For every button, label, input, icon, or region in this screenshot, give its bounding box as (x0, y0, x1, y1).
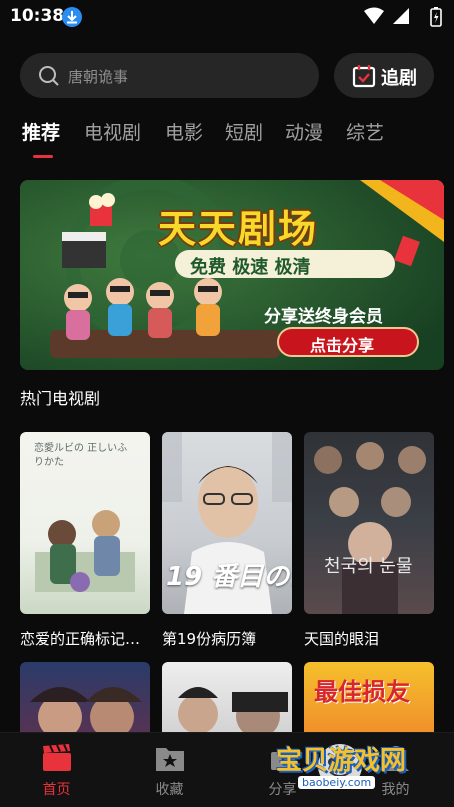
search-bar[interactable]: 唐朝诡事 (20, 53, 319, 98)
tab-movie[interactable]: 电影 (165, 118, 203, 145)
banner-subtitle: 免费 极速 极清 (190, 257, 311, 278)
star-folder-icon (155, 744, 185, 776)
search-icon (38, 65, 60, 91)
battery-icon (430, 7, 442, 31)
section-title-hot-tv: 热门电视剧 (20, 389, 101, 408)
clapper-icon (42, 744, 72, 776)
card-title: 恋爱的正确标记… (20, 630, 141, 648)
drama-card[interactable] (162, 662, 292, 742)
tab-short[interactable]: 短剧 (225, 118, 263, 145)
banner-title: 天天剧场 (158, 207, 319, 251)
promo-banner[interactable]: 天天剧场 免费 极速 极清 分享送终身会员 点击分享 (20, 180, 444, 370)
nav-home[interactable]: 首页 (0, 733, 113, 807)
search-placeholder: 唐朝诡事 (68, 68, 129, 86)
banner-cta: 点击分享 (310, 336, 375, 355)
card-title: 第19份病历簿 (162, 630, 257, 648)
poster-caption: 19 番目のカルテ (166, 562, 292, 592)
drama-card[interactable]: 恋愛ルビの 正しいふりかた 恋爱的正确标记… (20, 432, 150, 648)
poster-image: 19 番目のカルテ (162, 432, 292, 614)
watermark-url: baobeiy.com (298, 776, 376, 789)
drama-card[interactable]: 最佳损友 (304, 662, 434, 742)
poster-caption: 最佳损友 (314, 678, 410, 706)
active-tab-indicator (33, 155, 53, 158)
tab-recommend[interactable]: 推荐 (22, 118, 60, 145)
nav-label: 收藏 (155, 782, 184, 798)
card-title: 天国的眼泪 (304, 630, 380, 648)
drama-card[interactable]: 19 番目のカルテ 第19份病历簿 (162, 432, 292, 648)
poster-image: 恋愛ルビの 正しいふりかた (20, 432, 150, 614)
calendar-check-icon (352, 64, 376, 92)
track-label: 追剧 (381, 68, 417, 89)
tab-tv[interactable]: 电视剧 (84, 118, 141, 145)
wifi-icon (364, 7, 384, 29)
drama-card[interactable]: 천국의 눈물 天国的眼泪 (304, 432, 434, 648)
track-button[interactable]: 追剧 (334, 53, 434, 98)
poster-caption: 천국의 눈물 (324, 556, 413, 577)
poster-image: 천국의 눈물 (304, 432, 434, 614)
tab-variety[interactable]: 综艺 (346, 118, 384, 145)
category-tabs: 推荐 电视剧 电影 短剧 动漫 综艺 (0, 118, 454, 160)
watermark-text: 宝贝游戏网 (276, 746, 407, 776)
banner-promo: 分享送终身会员 (264, 307, 383, 327)
drama-card[interactable] (20, 662, 150, 742)
tab-anime[interactable]: 动漫 (285, 118, 323, 145)
signal-icon (392, 7, 410, 29)
nav-favorites[interactable]: 收藏 (113, 733, 226, 807)
status-bar: 10:38 (0, 0, 454, 34)
nav-label: 首页 (42, 782, 71, 798)
status-time: 10:38 (10, 6, 65, 26)
download-icon (62, 7, 82, 27)
poster-caption: 恋愛ルビの 正しいふりかた (34, 443, 128, 468)
